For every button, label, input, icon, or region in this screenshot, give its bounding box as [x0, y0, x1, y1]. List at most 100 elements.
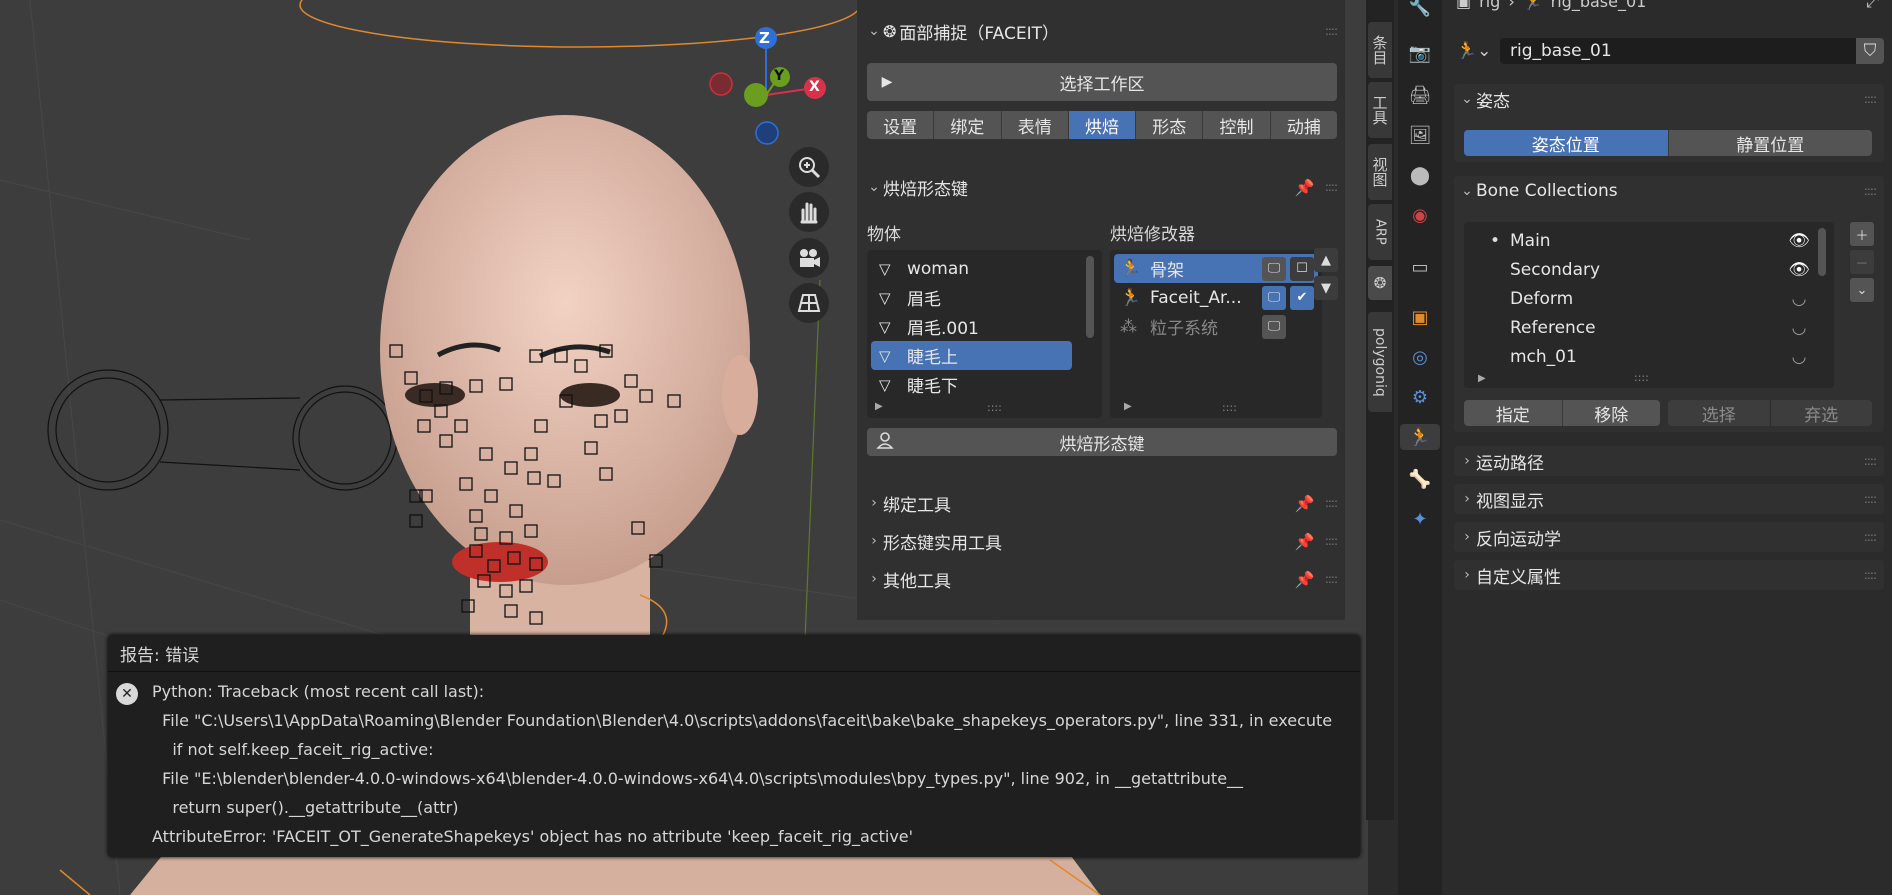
- deselect-button[interactable]: 弃选: [1770, 400, 1872, 426]
- eye-icon[interactable]: 👁: [1784, 231, 1814, 251]
- list-item[interactable]: ▽ 眉毛: [871, 283, 1072, 312]
- bone-collections-list[interactable]: • Main 👁 Secondary 👁 Deform ◡ Reference ◡ mch_01 ◡…: [1464, 222, 1834, 388]
- armature-data-icon[interactable]: 🏃: [1400, 424, 1440, 450]
- chevron-down-icon[interactable]: ⌄: [1850, 278, 1874, 302]
- hand-pan-icon[interactable]: [789, 192, 829, 232]
- expand-icon[interactable]: ▶: [1124, 401, 1132, 412]
- drag-handle-icon[interactable]: ::::: [1864, 454, 1877, 468]
- list-item[interactable]: Reference ◡: [1472, 313, 1814, 342]
- list-item[interactable]: Secondary 👁: [1472, 255, 1814, 284]
- list-item[interactable]: • Main 👁: [1472, 226, 1814, 255]
- tab-5[interactable]: 控制: [1203, 111, 1271, 139]
- drag-handle-icon[interactable]: ::::: [1864, 184, 1877, 198]
- pin-icon[interactable]: 📌: [1295, 570, 1315, 589]
- bone-icon[interactable]: 🦴: [1407, 466, 1433, 492]
- collapsed-section-header[interactable]: › 自定义属性::::: [1454, 560, 1884, 590]
- collapsed-section-header[interactable]: › 其他工具 📌::::: [865, 564, 1345, 594]
- rest-position-button[interactable]: 静置位置: [1667, 130, 1872, 156]
- eye-closed-icon[interactable]: ◡: [1784, 318, 1814, 338]
- scrollbar[interactable]: [1086, 256, 1094, 338]
- fake-user-shield-icon[interactable]: ⛉: [1856, 38, 1884, 64]
- pin-icon[interactable]: 📌: [1295, 532, 1315, 551]
- monitor-icon[interactable]: 🖵: [1262, 314, 1286, 339]
- scene-icon[interactable]: ⬤: [1407, 162, 1433, 188]
- collapsed-section-header[interactable]: › 运动路径::::: [1454, 446, 1884, 476]
- collapsed-section-header[interactable]: › 反向运动学::::: [1454, 522, 1884, 552]
- list-item[interactable]: mch_01 ◡: [1472, 342, 1814, 371]
- drag-handle-icon[interactable]: ::::: [1325, 180, 1338, 194]
- list-item[interactable]: 🏃 骨架 🖵 ☐: [1114, 254, 1318, 283]
- tab-tool[interactable]: 工具: [1368, 82, 1392, 138]
- world-icon[interactable]: ◉: [1407, 202, 1433, 228]
- drag-handle-icon[interactable]: ::::: [1864, 530, 1877, 544]
- collection-icon[interactable]: ▭: [1407, 254, 1433, 280]
- eye-icon[interactable]: 👁: [1784, 260, 1814, 280]
- zoom-icon[interactable]: [789, 147, 829, 187]
- tab-1[interactable]: 绑定: [934, 111, 1002, 139]
- drag-handle-icon[interactable]: ::::: [1325, 496, 1338, 510]
- pose-position-button[interactable]: 姿态位置: [1464, 130, 1668, 156]
- add-icon[interactable]: ＋: [1850, 222, 1874, 246]
- bone-constraint-icon[interactable]: ✦: [1407, 506, 1433, 532]
- render-icon[interactable]: 📷: [1407, 40, 1433, 66]
- expand-icon[interactable]: ▶: [1478, 373, 1486, 384]
- bake-modifiers-list[interactable]: 🏃 骨架 🖵 ☐ 🏃 Faceit_Ar... 🖵 ✔ ⁂ 粒子系统 🖵 ▶ ::::: [1110, 250, 1322, 418]
- tab-3[interactable]: 烘焙: [1068, 111, 1137, 139]
- collapsed-section-header[interactable]: › 视图显示::::: [1454, 484, 1884, 514]
- armature-name-field[interactable]: rig_base_01: [1500, 38, 1866, 64]
- drag-handle-icon[interactable]: ::::: [1864, 92, 1877, 106]
- tool-icon[interactable]: 🔧: [1407, 0, 1433, 20]
- view-layer-icon[interactable]: 🖼: [1407, 122, 1433, 148]
- list-item[interactable]: ▽ 睫毛上: [871, 341, 1072, 370]
- select-workspace-button[interactable]: ▶ 选择工作区: [867, 63, 1337, 101]
- collapsed-section-header[interactable]: › 绑定工具 📌::::: [865, 488, 1345, 518]
- tab-item[interactable]: 条目: [1368, 22, 1392, 78]
- move-up-icon[interactable]: ▲: [1314, 248, 1338, 272]
- remove-icon[interactable]: －: [1850, 250, 1874, 274]
- output-icon[interactable]: 🖨: [1407, 82, 1433, 108]
- list-item[interactable]: ▽ 睫毛下: [871, 370, 1072, 399]
- drag-handle-icon[interactable]: ::::: [1325, 572, 1338, 586]
- bone-collections-header[interactable]: ⌄ Bone Collections ::::: [1454, 176, 1884, 206]
- bake-shapekeys-button[interactable]: 烘焙形态键: [867, 428, 1337, 456]
- select-button[interactable]: 选择: [1668, 400, 1771, 426]
- resize-handle-icon[interactable]: ::::: [987, 401, 1002, 414]
- tab-2[interactable]: 表情: [1001, 111, 1069, 139]
- gizmo-x-label[interactable]: X: [809, 79, 820, 95]
- list-item[interactable]: 🏃 Faceit_Ar... 🖵 ✔: [1114, 283, 1318, 312]
- resize-handle-icon[interactable]: ::::: [1634, 371, 1649, 384]
- faceit-panel-header[interactable]: ⌄ ❂ 面部捕捉（FACEIT） ::::: [865, 16, 1345, 46]
- collapsed-section-header[interactable]: › 形态键实用工具 📌::::: [865, 526, 1345, 556]
- monitor-icon[interactable]: 🖵: [1262, 285, 1286, 310]
- constraint-icon[interactable]: ⚙: [1407, 384, 1433, 410]
- tab-0[interactable]: 设置: [867, 111, 935, 139]
- pin-icon[interactable]: 📌: [1295, 178, 1315, 197]
- faceit-tab-icon[interactable]: ❂: [1368, 266, 1392, 300]
- tab-view[interactable]: 视图: [1368, 144, 1392, 200]
- list-item[interactable]: ▽ woman: [871, 254, 1072, 283]
- tab-4[interactable]: 形态: [1136, 111, 1204, 139]
- eye-closed-icon[interactable]: ◡: [1784, 347, 1814, 367]
- bake-shapekeys-header[interactable]: ⌄ 烘焙形态键 📌 ::::: [865, 172, 1345, 202]
- error-report-popup[interactable]: 报告: 错误 ✕ Python: Traceback (most recent …: [108, 635, 1360, 857]
- list-item[interactable]: ⁂ 粒子系统 🖵: [1114, 312, 1318, 341]
- scrollbar[interactable]: [1818, 228, 1826, 276]
- camera-icon[interactable]: [789, 238, 829, 278]
- grid-perspective-icon[interactable]: [789, 283, 829, 323]
- tab-polygoniq[interactable]: polygoniq: [1368, 312, 1392, 412]
- object-icon[interactable]: ▣: [1407, 304, 1433, 330]
- tab-6[interactable]: 动捕: [1270, 111, 1337, 139]
- expand-icon[interactable]: ▶: [875, 401, 883, 412]
- pose-panel-header[interactable]: ⌄ 姿态 ::::: [1454, 84, 1884, 114]
- tab-arp[interactable]: ARP: [1368, 204, 1392, 260]
- list-item[interactable]: Deform ◡: [1472, 284, 1814, 313]
- drag-handle-icon[interactable]: ::::: [1325, 24, 1338, 38]
- list-item[interactable]: ▽ 眉毛.001: [871, 312, 1072, 341]
- remove-button[interactable]: 移除: [1562, 400, 1660, 426]
- drag-handle-icon[interactable]: ::::: [1325, 534, 1338, 548]
- modifier-icon[interactable]: ◎: [1407, 344, 1433, 370]
- objects-list[interactable]: ▽ woman ▽ 眉毛 ▽ 眉毛.001 ▽ 睫毛上 ▽ 睫毛下 ▶ ::::: [867, 250, 1102, 418]
- eye-closed-icon[interactable]: ◡: [1784, 289, 1814, 309]
- move-down-icon[interactable]: ▼: [1314, 276, 1338, 300]
- pin-icon[interactable]: ⤢: [1866, 0, 1880, 12]
